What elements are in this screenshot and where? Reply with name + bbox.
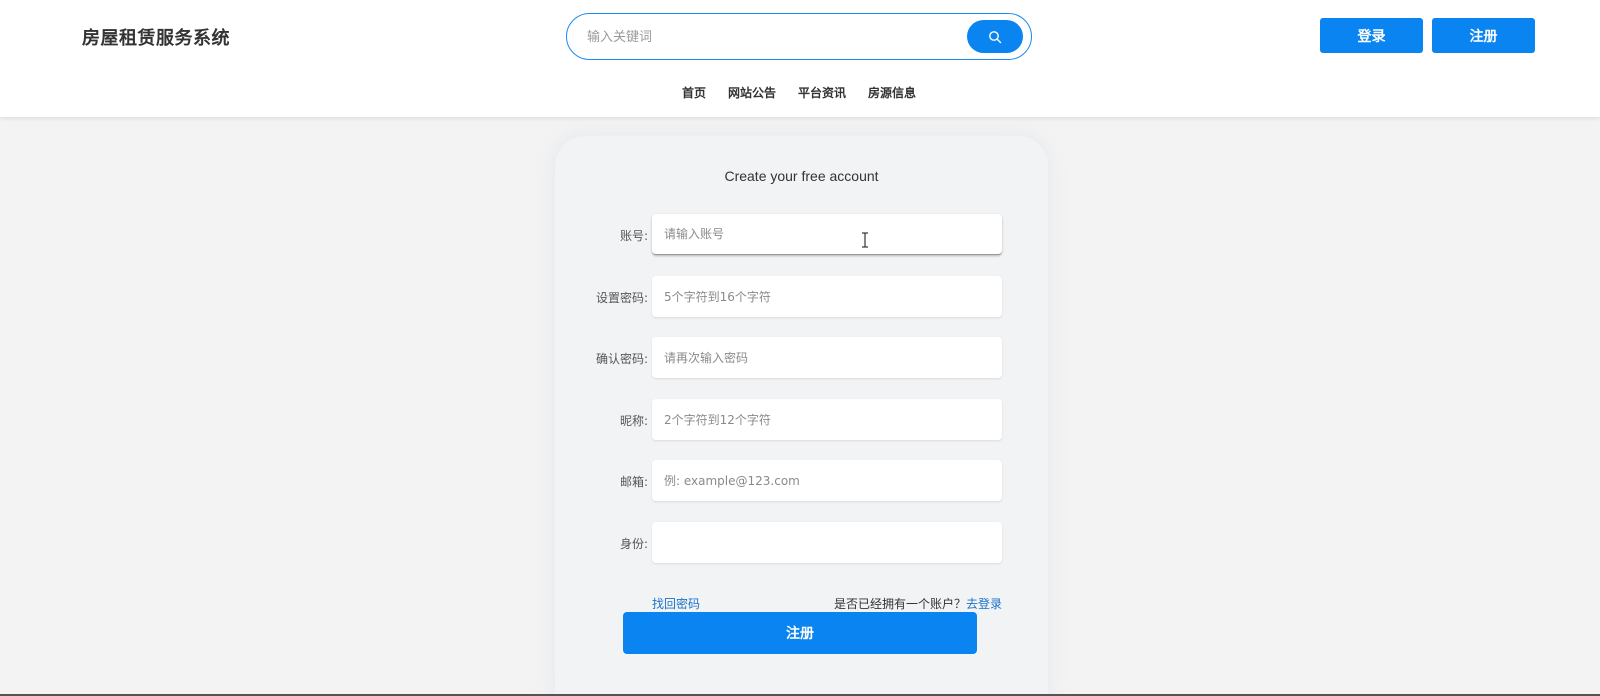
identity-select[interactable] [652,522,1002,563]
form-title: Create your free account [724,168,879,184]
identity-label: 身份: [619,537,648,551]
email-input[interactable] [652,460,1002,501]
forgot-password-link[interactable]: 找回密码 [652,595,700,612]
have-account-text: 是否已经拥有一个账户？去登录 [834,595,1002,612]
text-cursor-icon [862,232,868,248]
nav-item-announcements[interactable]: 网站公告 [728,84,776,101]
form-row-confirm-password: 确认密码: [555,337,1048,378]
confirm-password-input[interactable] [652,337,1002,378]
nav-item-home[interactable]: 首页 [682,84,706,101]
email-label: 邮箱: [619,475,648,489]
register-card: Create your free account 账号: 设置密码: 确认密码:… [555,136,1048,696]
form-row-email: 邮箱: [555,460,1048,501]
confirm-password-label: 确认密码: [595,352,648,366]
register-button[interactable]: 注册 [1432,18,1535,53]
form-row-nickname: 昵称: [555,399,1048,440]
account-input[interactable] [652,214,1002,255]
main-nav: 首页 网站公告 平台资讯 房源信息 [0,84,1600,101]
search-input[interactable] [585,24,945,50]
password-input[interactable] [652,276,1002,317]
login-button[interactable]: 登录 [1320,18,1423,53]
nickname-label: 昵称: [619,414,648,428]
header: 房屋租赁服务系统 登录 注册 首页 网站公告 平台资讯 房源信息 [0,0,1600,117]
account-label: 账号: [619,229,648,243]
nickname-input[interactable] [652,399,1002,440]
form-row-password: 设置密码: [555,276,1048,317]
site-title: 房屋租赁服务系统 [82,28,230,49]
form-row-account: 账号: [555,214,1048,255]
form-row-identity: 身份: [555,522,1048,563]
goto-login-link[interactable]: 去登录 [966,597,1002,611]
password-label: 设置密码: [595,291,648,305]
search-icon [989,30,1002,43]
submit-register-button[interactable]: 注册 [623,612,977,654]
have-account-question: 是否已经拥有一个账户？ [833,597,966,611]
nav-item-news[interactable]: 平台资讯 [798,84,846,101]
search-bar [566,13,1032,60]
search-button[interactable] [967,20,1023,53]
nav-item-listings[interactable]: 房源信息 [868,84,916,101]
